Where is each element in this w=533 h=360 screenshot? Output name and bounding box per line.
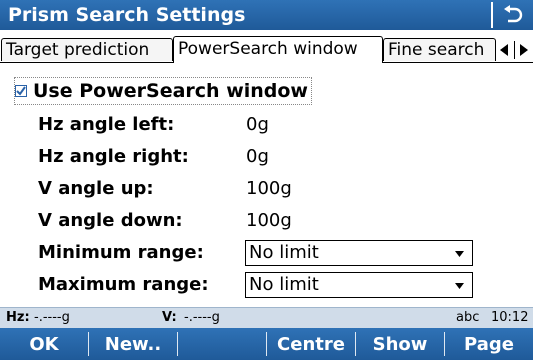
tab-fine-search[interactable]: Fine search (383, 38, 496, 61)
tab-label: Target prediction (6, 40, 150, 60)
dropdown-caret-icon (455, 283, 464, 289)
minimum-range-select[interactable]: No limit (245, 240, 473, 266)
status-bar: Hz: -.----g V: -.----g abc 10:12 (0, 307, 533, 328)
settings-panel: Use PowerSearch window Hz angle left: 0g… (0, 63, 533, 307)
field-label: Hz angle right: (38, 146, 189, 167)
field-label: V angle down: (38, 210, 183, 231)
select-value: No limit (249, 274, 319, 295)
select-value: No limit (249, 242, 319, 263)
tab-scroll-right-button[interactable] (517, 40, 531, 60)
v-status-label: V: (162, 310, 177, 325)
input-mode-indicator: abc (456, 310, 480, 325)
field-label: Minimum range: (38, 242, 204, 263)
back-button[interactable] (491, 2, 533, 28)
hz-left-value[interactable]: 0g (246, 111, 269, 139)
title-bar: Prism Search Settings (0, 0, 533, 30)
hz-status-label: Hz: (6, 310, 30, 325)
checkbox-label: Use PowerSearch window (33, 80, 308, 102)
field-label: V angle up: (38, 178, 154, 199)
tab-label: Fine search (388, 40, 485, 60)
new-button[interactable]: New.. (89, 328, 177, 360)
v-up-value[interactable]: 100g (246, 175, 292, 203)
dropdown-caret-icon (455, 251, 464, 257)
clock: 10:12 (491, 310, 529, 325)
tab-scroll-controls (497, 38, 531, 61)
window-title: Prism Search Settings (8, 4, 246, 26)
tab-label: PowerSearch window (178, 39, 358, 59)
ok-button[interactable]: OK (0, 328, 88, 360)
tab-target-prediction[interactable]: Target prediction (1, 38, 173, 61)
hz-status-value: -.----g (34, 310, 70, 325)
centre-button[interactable]: Centre (267, 328, 355, 360)
tab-bar: Target prediction PowerSearch window Fin… (0, 31, 533, 63)
checkmark-icon (16, 86, 26, 96)
use-powersearch-checkbox[interactable] (15, 85, 27, 97)
hz-right-value[interactable]: 0g (246, 143, 269, 171)
triangle-right-icon (520, 43, 528, 56)
triangle-left-icon (500, 43, 508, 56)
field-label: Hz angle left: (38, 114, 175, 135)
softkey-bar: OK New.. Centre Show Page (0, 328, 533, 360)
empty-softkey[interactable] (178, 328, 266, 360)
v-down-value[interactable]: 100g (246, 207, 292, 235)
use-powersearch-checkbox-row[interactable]: Use PowerSearch window (14, 77, 312, 105)
maximum-range-select[interactable]: No limit (245, 272, 473, 298)
page-button[interactable]: Page (445, 328, 533, 360)
v-status-value: -.----g (184, 310, 220, 325)
show-button[interactable]: Show (356, 328, 444, 360)
tab-powersearch-window[interactable]: PowerSearch window (173, 36, 383, 63)
return-arrow-icon (504, 5, 523, 23)
tab-scroll-left-button[interactable] (497, 40, 511, 60)
field-label: Maximum range: (38, 274, 209, 295)
